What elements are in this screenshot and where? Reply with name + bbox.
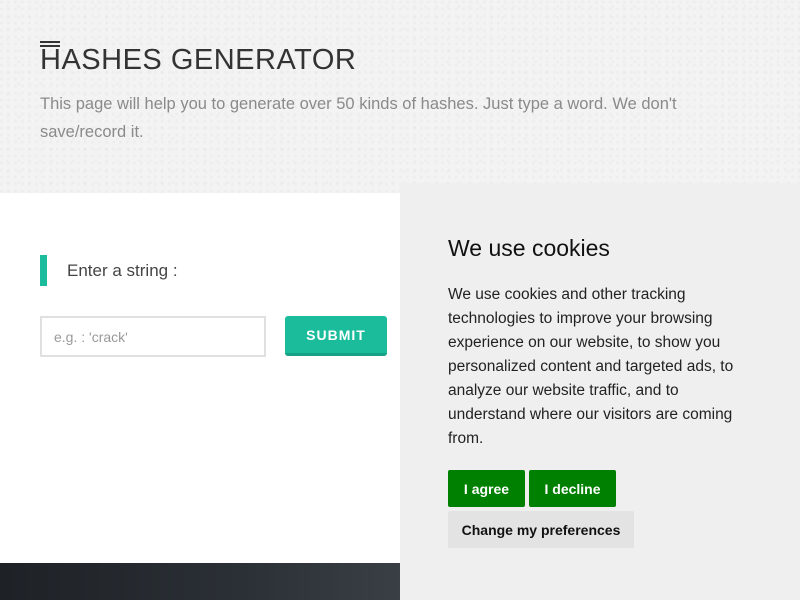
decline-button[interactable]: I decline [529,470,616,507]
submit-button[interactable]: SUBMIT [285,316,387,356]
cookie-consent-panel: We use cookies We use cookies and other … [400,183,800,600]
cookie-title: We use cookies [448,235,610,261]
string-label-row: Enter a string : [40,255,178,286]
page-title: HASHES GENERATOR [40,44,357,76]
page-subtitle: This page will help you to generate over… [40,95,677,141]
change-preferences-button[interactable]: Change my preferences [448,511,634,548]
page-header: HASHES GENERATOR This page will help you… [0,0,800,193]
hash-form-section: Enter a string : SUBMIT [0,193,400,563]
cookie-body: We use cookies and other tracking techno… [448,286,734,447]
string-input[interactable] [40,316,266,357]
agree-button[interactable]: I agree [448,470,525,507]
label-accent-bar [40,255,47,286]
footer-strip [0,563,400,600]
string-label: Enter a string : [67,260,178,280]
